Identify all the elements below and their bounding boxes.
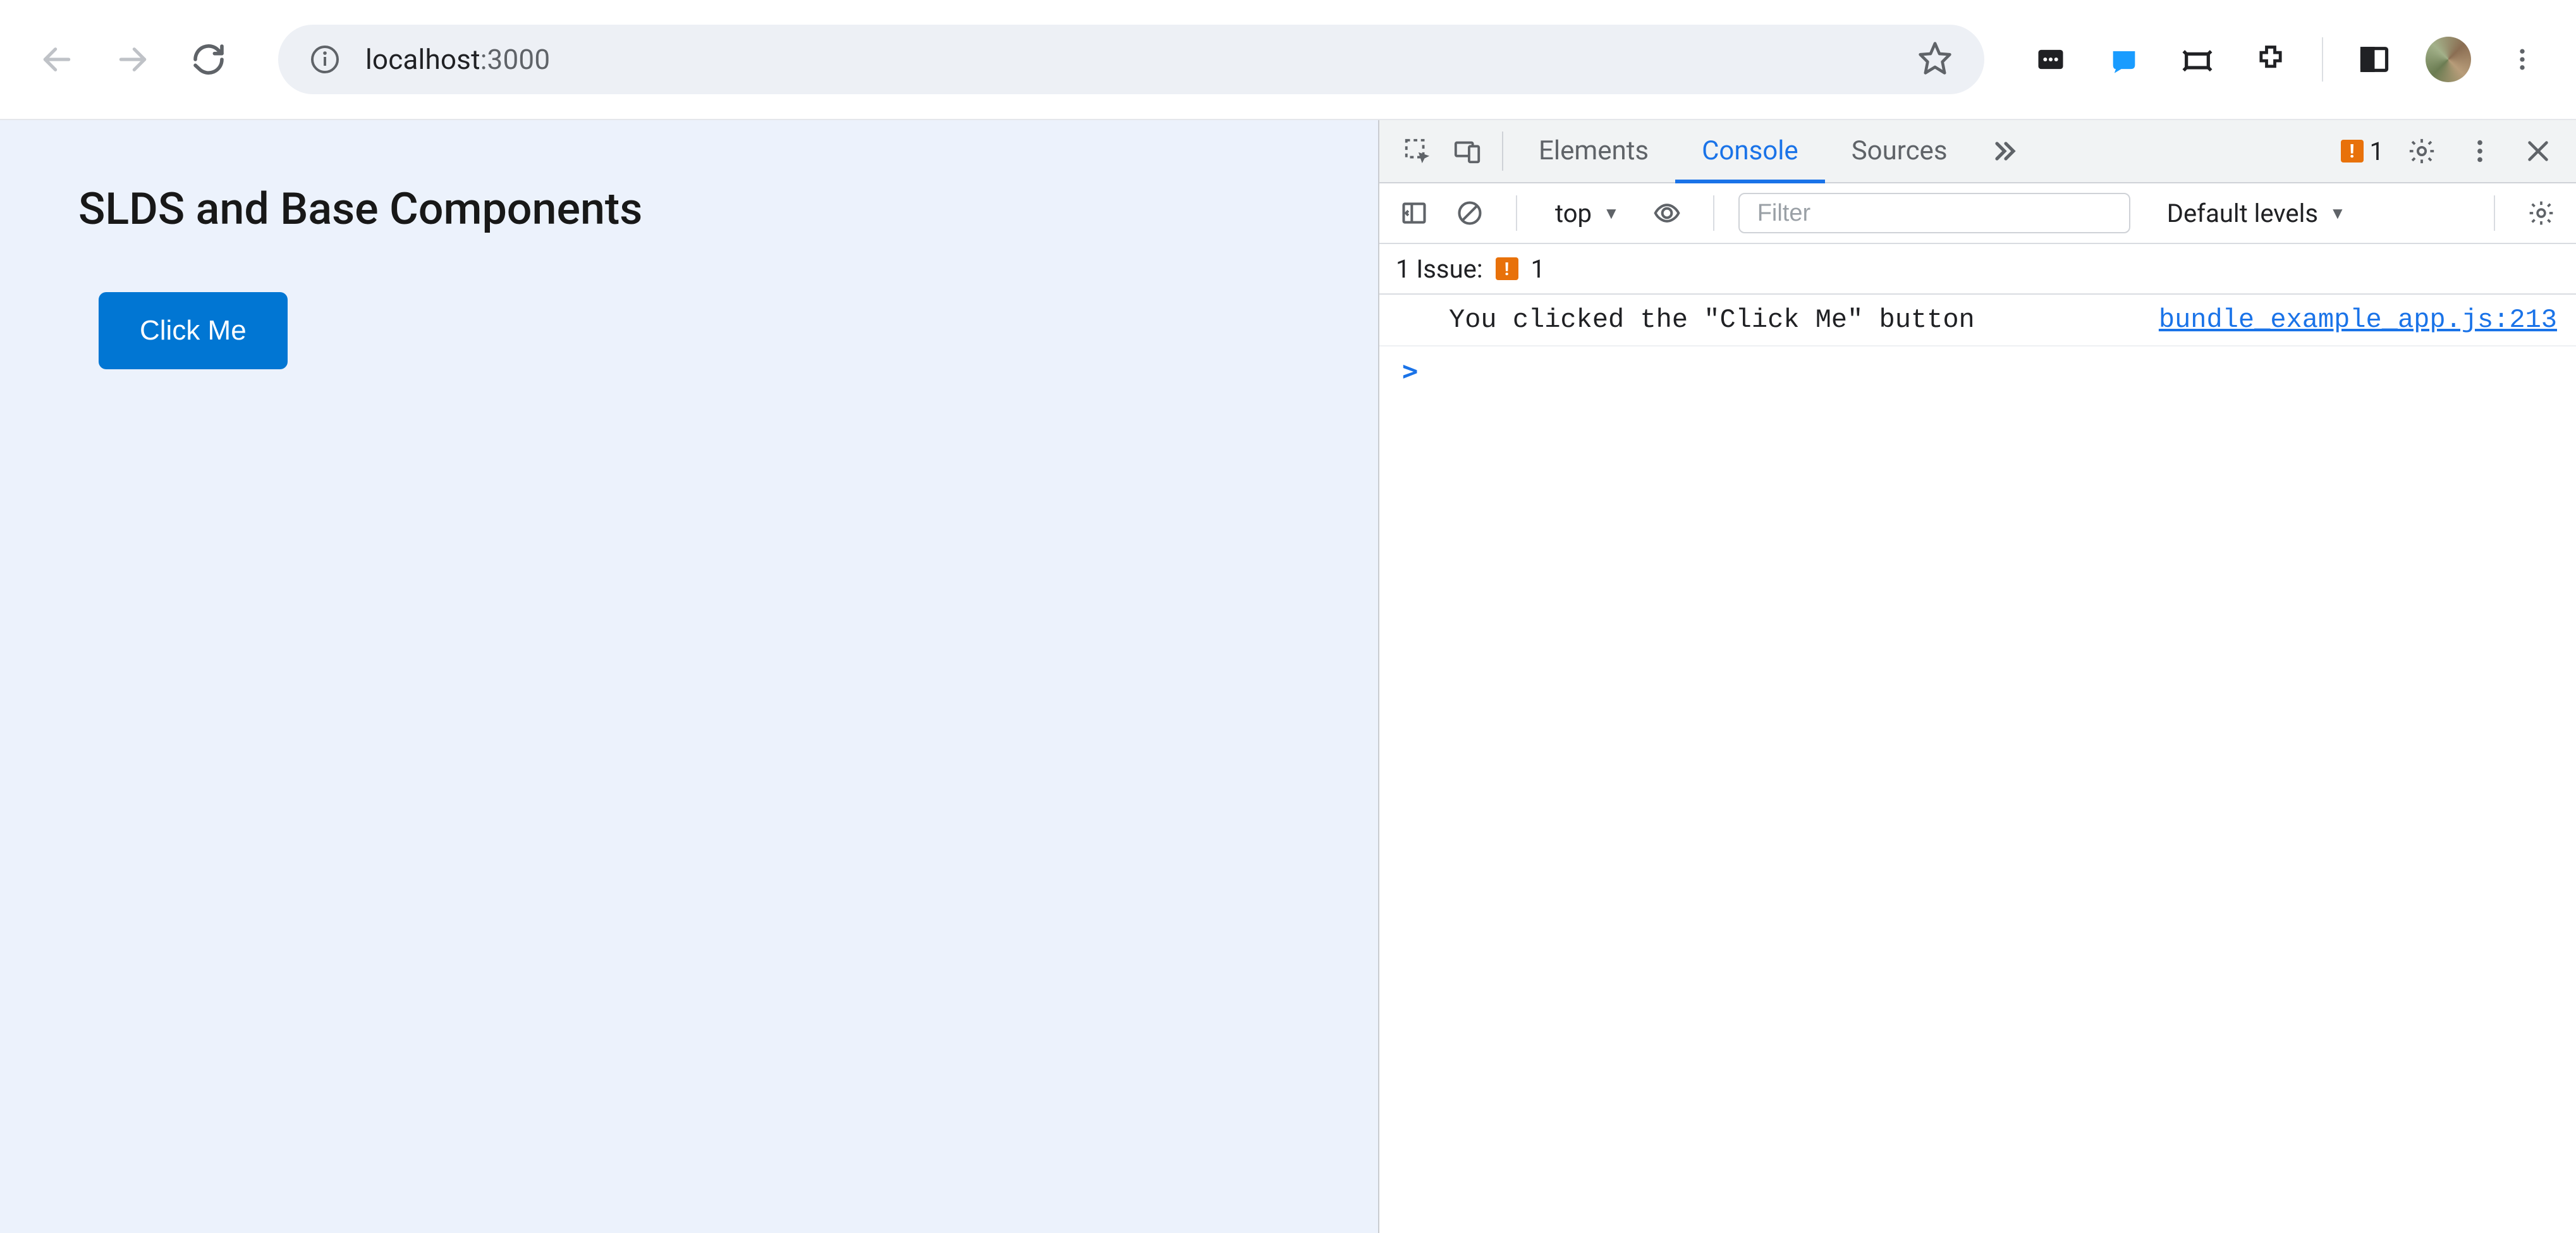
log-levels-select[interactable]: Default levels ▼ — [2167, 199, 2346, 228]
log-source-link[interactable]: bundle_example_app.js:213 — [2159, 305, 2557, 335]
issues-count: 1 — [2370, 137, 2384, 166]
browser-menu-icon[interactable] — [2500, 37, 2544, 82]
toolbar-divider — [2322, 37, 2323, 82]
prompt-chevron-icon: > — [1402, 355, 1418, 386]
execution-context-select[interactable]: top ▼ — [1541, 199, 1633, 228]
dropdown-triangle-icon: ▼ — [2329, 204, 2346, 223]
profile-avatar[interactable] — [2426, 37, 2471, 82]
clear-console-icon[interactable] — [1448, 191, 1492, 235]
content-split: SLDS and Base Components Click Me Elemen… — [0, 120, 2576, 1233]
console-prompt[interactable]: > — [1379, 347, 2576, 395]
page-title: SLDS and Base Components — [78, 183, 1302, 235]
device-toolbar-icon[interactable] — [1443, 120, 1493, 182]
url-host: localhost — [365, 43, 480, 76]
click-me-button[interactable]: Click Me — [99, 292, 288, 369]
bookmark-star-icon[interactable] — [1917, 40, 1953, 78]
console-sidebar-toggle-icon[interactable] — [1392, 191, 1436, 235]
extension-icon-1[interactable] — [2029, 37, 2073, 82]
console-log-entry: You clicked the "Click Me" button bundle… — [1379, 295, 2576, 347]
site-info-icon[interactable] — [310, 44, 340, 75]
extensions-menu-icon[interactable] — [2249, 37, 2293, 82]
extension-icon-2[interactable] — [2102, 37, 2146, 82]
devtools-tabbar: Elements Console Sources ! 1 — [1379, 120, 2576, 183]
browser-extensions-area — [2029, 37, 2544, 82]
page-content: SLDS and Base Components Click Me — [0, 120, 1378, 1233]
console-filter-input[interactable] — [1738, 193, 2130, 233]
devtools-close-icon[interactable] — [2518, 131, 2558, 171]
extension-icon-3[interactable] — [2175, 37, 2219, 82]
log-message: You clicked the "Click Me" button — [1449, 305, 1975, 335]
live-expression-icon[interactable] — [1645, 191, 1689, 235]
warning-square-icon: ! — [1496, 257, 1518, 280]
issues-summary-row[interactable]: 1 Issue: ! 1 — [1379, 244, 2576, 295]
issues-indicator[interactable]: ! 1 — [2341, 137, 2384, 166]
devtools-menu-icon[interactable] — [2460, 131, 2500, 171]
console-toolbar-separator — [1713, 195, 1714, 231]
issues-row-count: 1 — [1531, 254, 1545, 284]
nav-back-button[interactable] — [32, 34, 82, 85]
tab-console[interactable]: Console — [1675, 121, 1825, 183]
browser-toolbar: localhost:3000 — [0, 0, 2576, 120]
url-port: :3000 — [480, 43, 551, 76]
console-toolbar-separator — [2494, 195, 2495, 231]
address-bar[interactable]: localhost:3000 — [278, 25, 1984, 94]
context-label: top — [1555, 199, 1592, 228]
dropdown-triangle-icon: ▼ — [1603, 204, 1620, 223]
console-toolbar: top ▼ Default levels ▼ — [1379, 183, 2576, 244]
tab-sources[interactable]: Sources — [1825, 121, 1974, 183]
side-panel-icon[interactable] — [2352, 37, 2396, 82]
console-toolbar-separator — [1516, 195, 1517, 231]
console-settings-icon[interactable] — [2519, 191, 2563, 235]
devtools-settings-icon[interactable] — [2402, 131, 2442, 171]
nav-reload-button[interactable] — [183, 34, 234, 85]
url-text: localhost:3000 — [365, 43, 550, 76]
issues-label: 1 Issue: — [1396, 254, 1483, 284]
console-output: You clicked the "Click Me" button bundle… — [1379, 295, 2576, 1233]
devtools-tab-separator — [1502, 132, 1503, 171]
tabs-overflow-icon[interactable] — [1974, 120, 2035, 182]
devtools-panel: Elements Console Sources ! 1 — [1378, 120, 2576, 1233]
warning-square-icon: ! — [2341, 140, 2364, 163]
tab-elements[interactable]: Elements — [1512, 121, 1675, 183]
nav-forward-button[interactable] — [107, 34, 158, 85]
inspect-element-icon[interactable] — [1392, 120, 1443, 182]
levels-label: Default levels — [2167, 199, 2318, 228]
